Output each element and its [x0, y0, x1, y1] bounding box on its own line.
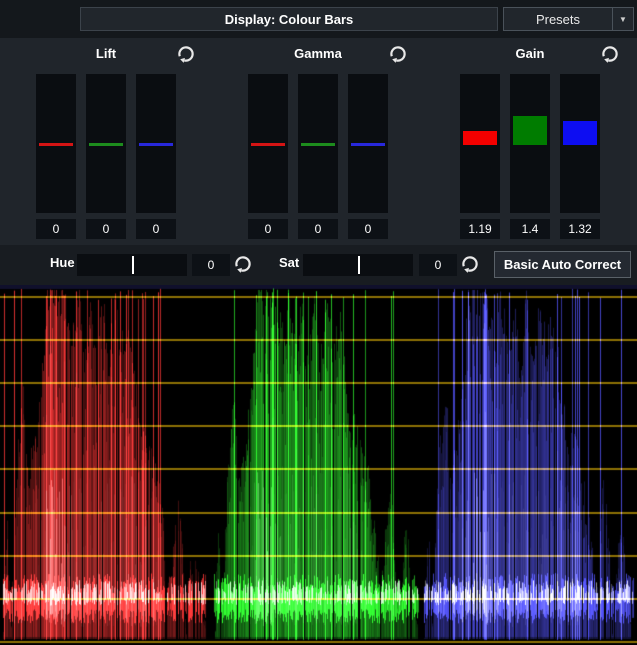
lift-green-value[interactable]: 0 — [86, 219, 126, 239]
gamma-blue-slider[interactable] — [348, 74, 388, 213]
hue-label: Hue — [50, 255, 75, 270]
gamma-reset-icon[interactable] — [388, 44, 408, 65]
gamma-red-handle[interactable] — [251, 143, 285, 146]
hue-value[interactable]: 0 — [192, 254, 230, 276]
rgb-parade-waveform-scope — [0, 285, 637, 645]
gain-red-handle[interactable] — [463, 131, 497, 145]
gain-green-handle[interactable] — [513, 116, 547, 145]
gain-reset-icon[interactable] — [600, 44, 620, 65]
top-bar: Display: Colour Bars Presets ▼ — [0, 0, 637, 38]
basic-auto-correct-button[interactable]: Basic Auto Correct — [494, 251, 631, 278]
lift-section: Lift 0 — [0, 38, 212, 245]
gamma-green-handle[interactable] — [301, 143, 335, 146]
hue-slider-thumb[interactable] — [132, 256, 134, 274]
gamma-red-value[interactable]: 0 — [248, 219, 288, 239]
sat-slider-thumb[interactable] — [358, 256, 360, 274]
lift-red-handle[interactable] — [39, 143, 73, 146]
sat-label: Sat — [279, 255, 299, 270]
gamma-blue-value[interactable]: 0 — [348, 219, 388, 239]
gain-red-value[interactable]: 1.19 — [460, 219, 500, 239]
display-mode-button[interactable]: Display: Colour Bars — [80, 7, 498, 31]
gain-blue-slider[interactable] — [560, 74, 600, 213]
gain-blue-handle[interactable] — [563, 121, 597, 145]
hue-sat-row: Hue 0 Sat 0 Basic Auto Correct — [0, 245, 637, 285]
lift-blue-handle[interactable] — [139, 143, 173, 146]
sat-value[interactable]: 0 — [419, 254, 457, 276]
gamma-green-value[interactable]: 0 — [298, 219, 338, 239]
gain-red-slider[interactable] — [460, 74, 500, 213]
hue-slider[interactable] — [77, 254, 187, 276]
presets-button[interactable]: Presets ▼ — [503, 7, 634, 31]
sat-reset-icon[interactable] — [460, 254, 480, 275]
lift-red-slider[interactable] — [36, 74, 76, 213]
hue-reset-icon[interactable] — [233, 254, 253, 275]
gamma-green-slider[interactable] — [298, 74, 338, 213]
gamma-red-slider[interactable] — [248, 74, 288, 213]
lift-green-slider[interactable] — [86, 74, 126, 213]
lift-blue-value[interactable]: 0 — [136, 219, 176, 239]
gain-green-slider[interactable] — [510, 74, 550, 213]
gamma-section: Gamma 0 — [212, 38, 424, 245]
dropdown-arrow-icon[interactable]: ▼ — [612, 8, 633, 30]
gamma-blue-handle[interactable] — [351, 143, 385, 146]
lift-gamma-gain-controls: Lift 0 — [0, 38, 637, 245]
gain-green-value[interactable]: 1.4 — [510, 219, 550, 239]
gain-blue-value[interactable]: 1.32 — [560, 219, 600, 239]
lift-reset-icon[interactable] — [176, 44, 196, 65]
lift-green-handle[interactable] — [89, 143, 123, 146]
sat-slider[interactable] — [303, 254, 413, 276]
colour-correction-panel: Display: Colour Bars Presets ▼ Lift — [0, 0, 637, 645]
lift-blue-slider[interactable] — [136, 74, 176, 213]
lift-red-value[interactable]: 0 — [36, 219, 76, 239]
presets-label[interactable]: Presets — [504, 8, 612, 30]
gain-section: Gain 1.19 — [424, 38, 636, 245]
